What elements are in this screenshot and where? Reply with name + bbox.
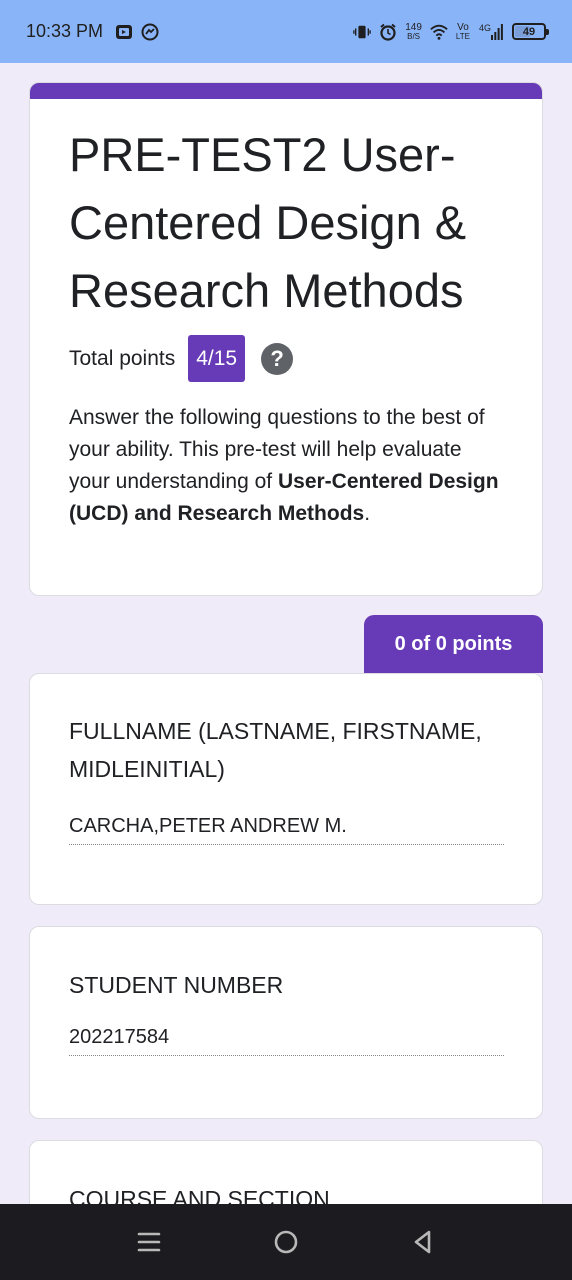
vibrate-icon xyxy=(353,23,372,41)
volte-indicator: Vo LTE xyxy=(455,21,470,41)
back-icon[interactable] xyxy=(403,1222,443,1262)
battery-level: 49 xyxy=(522,25,536,38)
question-card-fullname: FULLNAME (LASTNAME, FIRSTNAME, MIDLEINIT… xyxy=(29,673,543,905)
alarm-icon xyxy=(379,23,397,41)
volte-bottom: LTE xyxy=(455,31,470,41)
form-header-card: PRE-TEST2 User-Centered Design & Researc… xyxy=(29,82,543,596)
form-title: PRE-TEST2 User-Centered Design & Researc… xyxy=(69,128,467,317)
answer-text: CARCHA,PETER ANDREW M. xyxy=(69,815,504,845)
question-title: FULLNAME (LASTNAME, FIRSTNAME, MIDLEINIT… xyxy=(69,718,482,782)
net-speed-value: 149 xyxy=(405,21,422,33)
question-card-student-number: STUDENT NUMBER 202217584 xyxy=(29,926,543,1119)
battery-icon: 49 xyxy=(512,23,549,40)
description-end: . xyxy=(364,502,371,525)
question-title: STUDENT NUMBER xyxy=(69,972,284,998)
total-points-label: Total points xyxy=(69,346,176,370)
status-bar: 10:33 PM 149 B/S Vo LTE 4G 49 xyxy=(0,0,572,63)
signal-icon: 4G xyxy=(478,23,504,41)
help-icon[interactable]: ? xyxy=(261,342,294,375)
answer-text: 202217584 xyxy=(69,1026,504,1056)
total-points-row: Total points 4/15 ? xyxy=(30,325,542,382)
messenger-icon xyxy=(141,23,159,41)
status-time: 10:33 PM xyxy=(26,21,104,41)
section-points-tab: 0 of 0 points xyxy=(364,615,543,673)
menu-icon[interactable] xyxy=(129,1222,169,1262)
system-status: 149 B/S Vo LTE 4G 49 xyxy=(353,21,549,41)
media-app-icon xyxy=(115,23,133,41)
net-speed-unit: B/S xyxy=(407,31,421,41)
wifi-icon xyxy=(430,23,448,41)
form-description: Answer the following questions to the be… xyxy=(30,382,542,530)
network-type: 4G xyxy=(478,22,491,33)
header-accent-band xyxy=(30,83,542,99)
score-badge: 4/15 xyxy=(188,335,246,382)
home-icon[interactable] xyxy=(266,1222,306,1262)
notification-icons xyxy=(115,23,159,41)
system-nav-bar xyxy=(0,1204,572,1280)
volte-top: Vo xyxy=(457,21,469,33)
net-speed: 149 B/S xyxy=(405,21,422,41)
